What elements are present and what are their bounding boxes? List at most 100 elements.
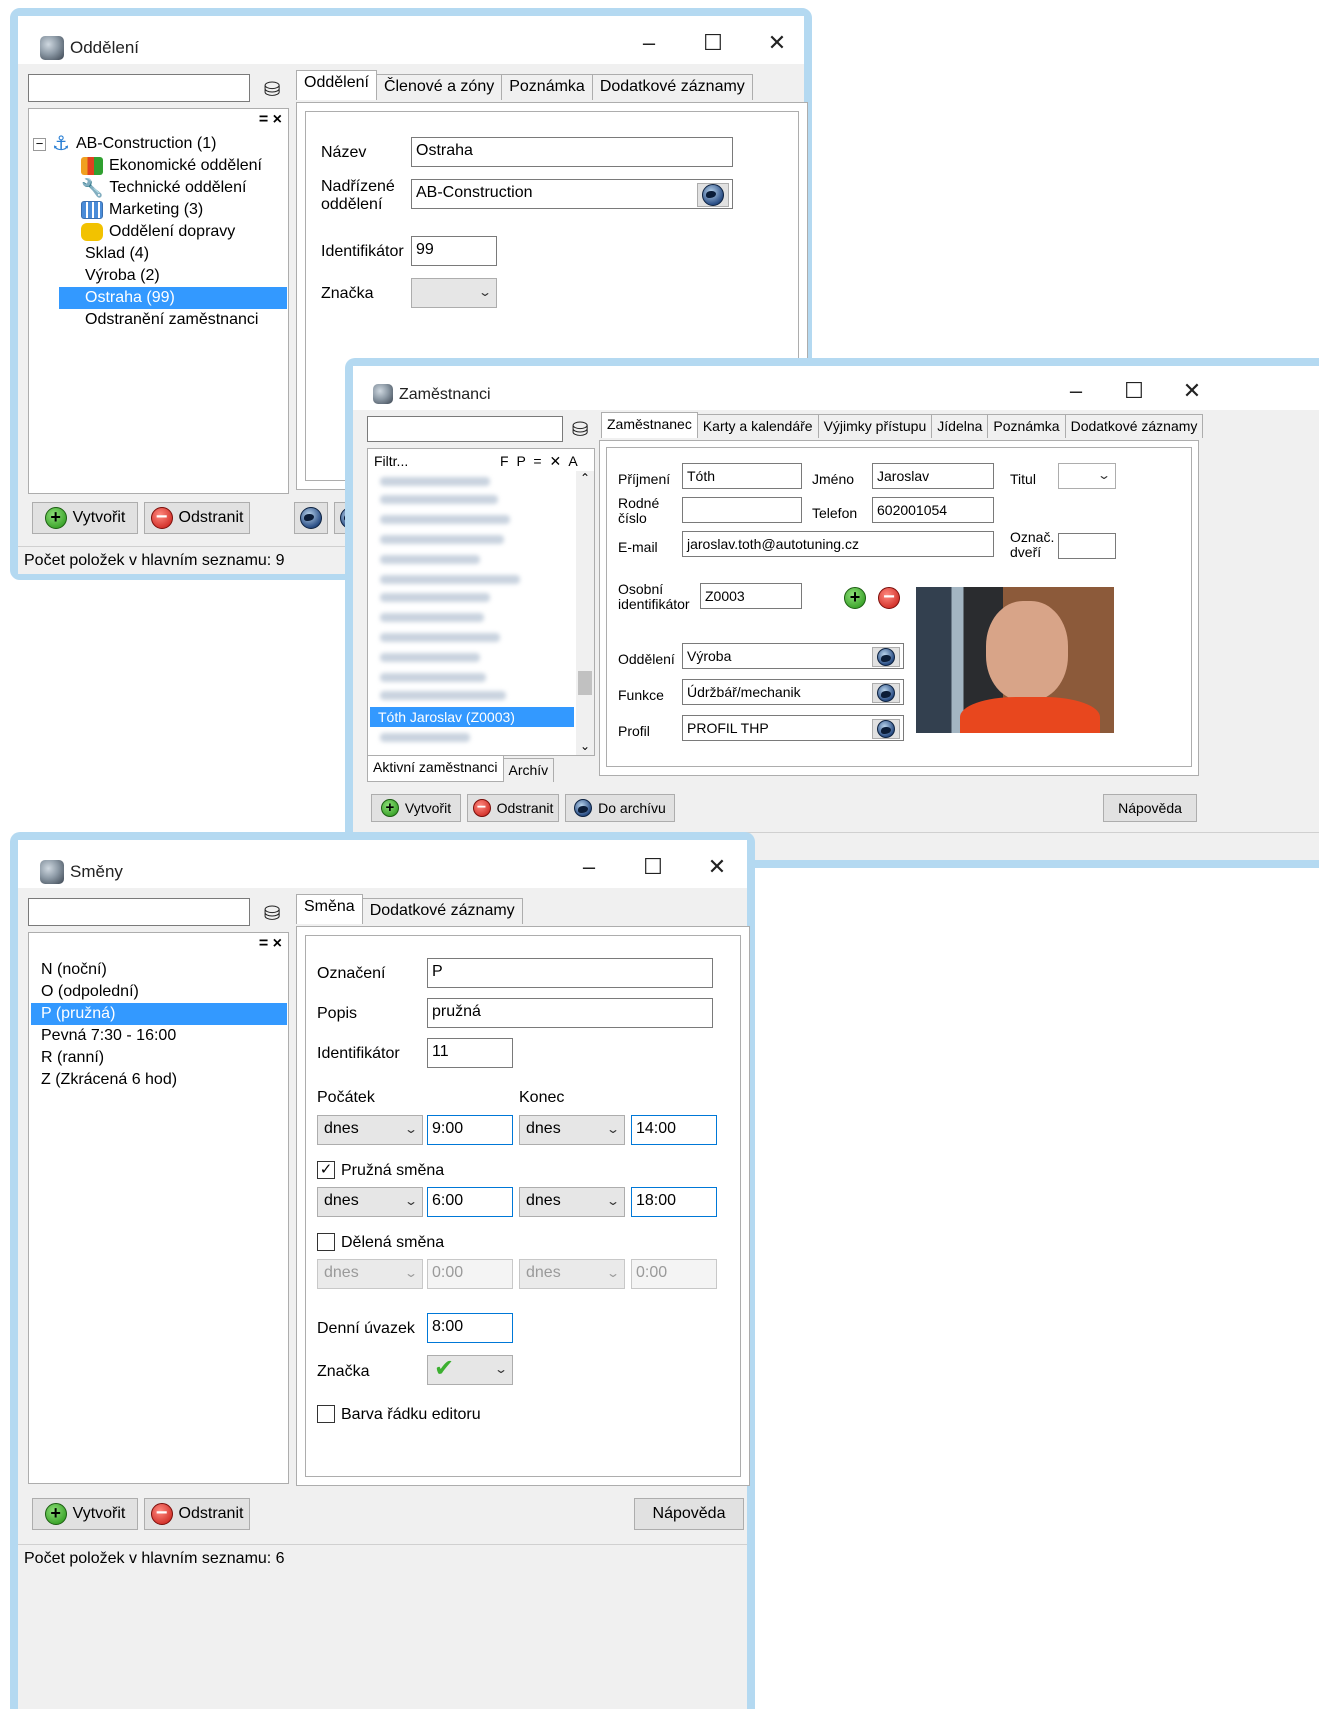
scroll-up-arrow[interactable]: ⌃ — [576, 471, 594, 485]
title-dropdown[interactable]: ⌄ — [1058, 463, 1116, 489]
tree-item-transport[interactable]: Oddělení dopravy — [81, 221, 235, 243]
create-button[interactable]: + Vytvořit — [371, 794, 461, 822]
minimize-button[interactable]: – — [634, 30, 664, 56]
function-lookup-button[interactable] — [872, 683, 900, 703]
list-scrollbar[interactable]: ⌃ ⌄ — [576, 471, 594, 755]
tab-canteen[interactable]: Jídelna — [931, 414, 989, 438]
surname-field[interactable]: Tóth — [682, 463, 802, 489]
find-binoculars-icon[interactable]: ⛁ — [257, 74, 287, 104]
parent-lookup-button[interactable] — [697, 183, 729, 207]
parent-department-field[interactable]: AB-Construction — [411, 179, 733, 209]
name-field[interactable]: Ostraha — [411, 137, 733, 167]
tab-additional-records[interactable]: Dodatkové záznamy — [1064, 414, 1204, 438]
tree-item-marketing[interactable]: Marketing (3) — [81, 199, 203, 221]
list-item[interactable]: Z (Zkrácená 6 hod) — [41, 1069, 177, 1091]
filter-controls[interactable]: F P = ✕ A — [500, 453, 578, 469]
personal-id-field[interactable]: Z0003 — [700, 583, 802, 609]
tab-archive[interactable]: Archív — [502, 758, 555, 782]
identifier-field[interactable]: 11 — [427, 1038, 513, 1068]
tab-access-exceptions[interactable]: Výjimky přístupu — [817, 414, 933, 438]
scroll-thumb[interactable] — [578, 671, 592, 695]
description-field[interactable]: pružná — [427, 998, 713, 1028]
tab-shift[interactable]: Směna — [296, 894, 363, 924]
add-identifier-icon[interactable]: + — [844, 587, 866, 609]
minimize-button[interactable]: – — [1061, 378, 1091, 404]
find-binoculars-icon[interactable]: ⛁ — [565, 414, 595, 444]
function-field[interactable]: Údržbář/mechanik — [682, 679, 904, 705]
tab-cards-calendars[interactable]: Karty a kalendáře — [696, 414, 819, 438]
mark-dropdown[interactable]: ⌄ — [411, 278, 497, 308]
email-field[interactable]: jaroslav.toth@autotuning.cz — [682, 531, 994, 557]
tab-additional-records[interactable]: Dodatkové záznamy — [361, 898, 523, 924]
minimize-button[interactable]: – — [574, 854, 604, 880]
tree-item-technical[interactable]: 🔧 Technické oddělení — [81, 177, 246, 199]
delete-button[interactable]: − Odstranit — [144, 1498, 250, 1530]
flex-start-time-field[interactable]: 6:00 — [427, 1187, 513, 1217]
split-shift-checkbox[interactable] — [317, 1233, 335, 1251]
tab-active-employees[interactable]: Aktivní zaměstnanci — [367, 756, 504, 782]
end-time-field[interactable]: 14:00 — [631, 1115, 717, 1145]
maximize-button[interactable]: ☐ — [698, 30, 728, 56]
profile-field[interactable]: PROFIL THP — [682, 715, 904, 741]
list-controls[interactable]: = × — [259, 935, 282, 953]
list-item-selected[interactable]: P (pružná) — [31, 1003, 287, 1025]
department-field[interactable]: Výroba — [682, 643, 904, 669]
scroll-down-arrow[interactable]: ⌄ — [576, 739, 594, 753]
tab-note[interactable]: Poznámka — [987, 414, 1066, 438]
tree-item-removed[interactable]: Odstranění zaměstnanci — [85, 309, 258, 331]
firstname-field[interactable]: Jaroslav — [872, 463, 994, 489]
row-color-checkbox[interactable] — [317, 1405, 335, 1423]
find-binoculars-icon[interactable]: ⛁ — [257, 898, 287, 928]
create-button[interactable]: + Vytvořit — [32, 1498, 138, 1530]
tree-item-warehouse[interactable]: Sklad (4) — [85, 243, 149, 265]
start-time-field[interactable]: 9:00 — [427, 1115, 513, 1145]
selected-employee[interactable]: Tóth Jaroslav (Z0003) — [370, 707, 574, 727]
globe-button[interactable] — [294, 502, 328, 534]
close-button[interactable]: ✕ — [1177, 378, 1207, 404]
identifier-field[interactable]: 99 — [411, 236, 497, 266]
profile-lookup-button[interactable] — [872, 719, 900, 739]
create-button[interactable]: + Vytvořit — [32, 502, 138, 534]
department-lookup-button[interactable] — [872, 647, 900, 667]
door-field[interactable] — [1058, 533, 1116, 559]
list-item[interactable]: R (ranní) — [41, 1047, 104, 1069]
tab-department[interactable]: Oddělení — [296, 70, 377, 100]
phone-field[interactable]: 602001054 — [872, 497, 994, 523]
list-item[interactable]: O (odpolední) — [41, 981, 139, 1003]
delete-button[interactable]: − Odstranit — [144, 502, 250, 534]
tree-item-root[interactable]: − ⚓ AB-Construction (1) — [33, 133, 216, 155]
tab-note[interactable]: Poznámka — [501, 74, 593, 100]
tree-controls[interactable]: = × — [259, 111, 282, 129]
end-day-dropdown[interactable]: dnes ⌄ — [519, 1115, 625, 1145]
tab-employee[interactable]: Zaměstnanec — [601, 412, 698, 438]
flex-end-day-dropdown[interactable]: dnes ⌄ — [519, 1187, 625, 1217]
flex-end-time-field[interactable]: 18:00 — [631, 1187, 717, 1217]
birth-number-field[interactable] — [682, 497, 802, 523]
search-input[interactable] — [28, 74, 250, 102]
tree-item-economics[interactable]: Ekonomické oddělení — [81, 155, 262, 177]
tree-item-production[interactable]: Výroba (2) — [85, 265, 160, 287]
maximize-button[interactable]: ☐ — [638, 854, 668, 880]
maximize-button[interactable]: ☐ — [1119, 378, 1149, 404]
delete-button[interactable]: − Odstranit — [467, 794, 559, 822]
close-button[interactable]: ✕ — [702, 854, 732, 880]
tab-additional-records[interactable]: Dodatkové záznamy — [591, 74, 753, 100]
help-button[interactable]: Nápověda — [1103, 794, 1197, 822]
tab-members-zones[interactable]: Členové a zóny — [375, 74, 503, 100]
daily-workload-field[interactable]: 8:00 — [427, 1313, 513, 1343]
list-item[interactable]: Pevná 7:30 - 16:00 — [41, 1025, 176, 1047]
remove-identifier-icon[interactable]: − — [878, 587, 900, 609]
code-field[interactable]: P — [427, 958, 713, 988]
help-button[interactable]: Nápověda — [634, 1498, 744, 1530]
flex-start-day-dropdown[interactable]: dnes ⌄ — [317, 1187, 423, 1217]
mark-dropdown[interactable]: ✔ ⌄ — [427, 1355, 513, 1385]
flex-shift-checkbox[interactable]: ✓ — [317, 1161, 335, 1179]
search-input[interactable] — [28, 898, 250, 926]
start-day-dropdown[interactable]: dnes ⌄ — [317, 1115, 423, 1145]
tree-item-security[interactable]: Ostraha (99) — [59, 287, 287, 309]
list-item[interactable]: N (noční) — [41, 959, 107, 981]
search-input[interactable] — [367, 416, 563, 442]
close-button[interactable]: ✕ — [762, 30, 792, 56]
collapse-icon[interactable]: − — [33, 137, 46, 151]
archive-button[interactable]: Do archívu — [565, 794, 675, 822]
